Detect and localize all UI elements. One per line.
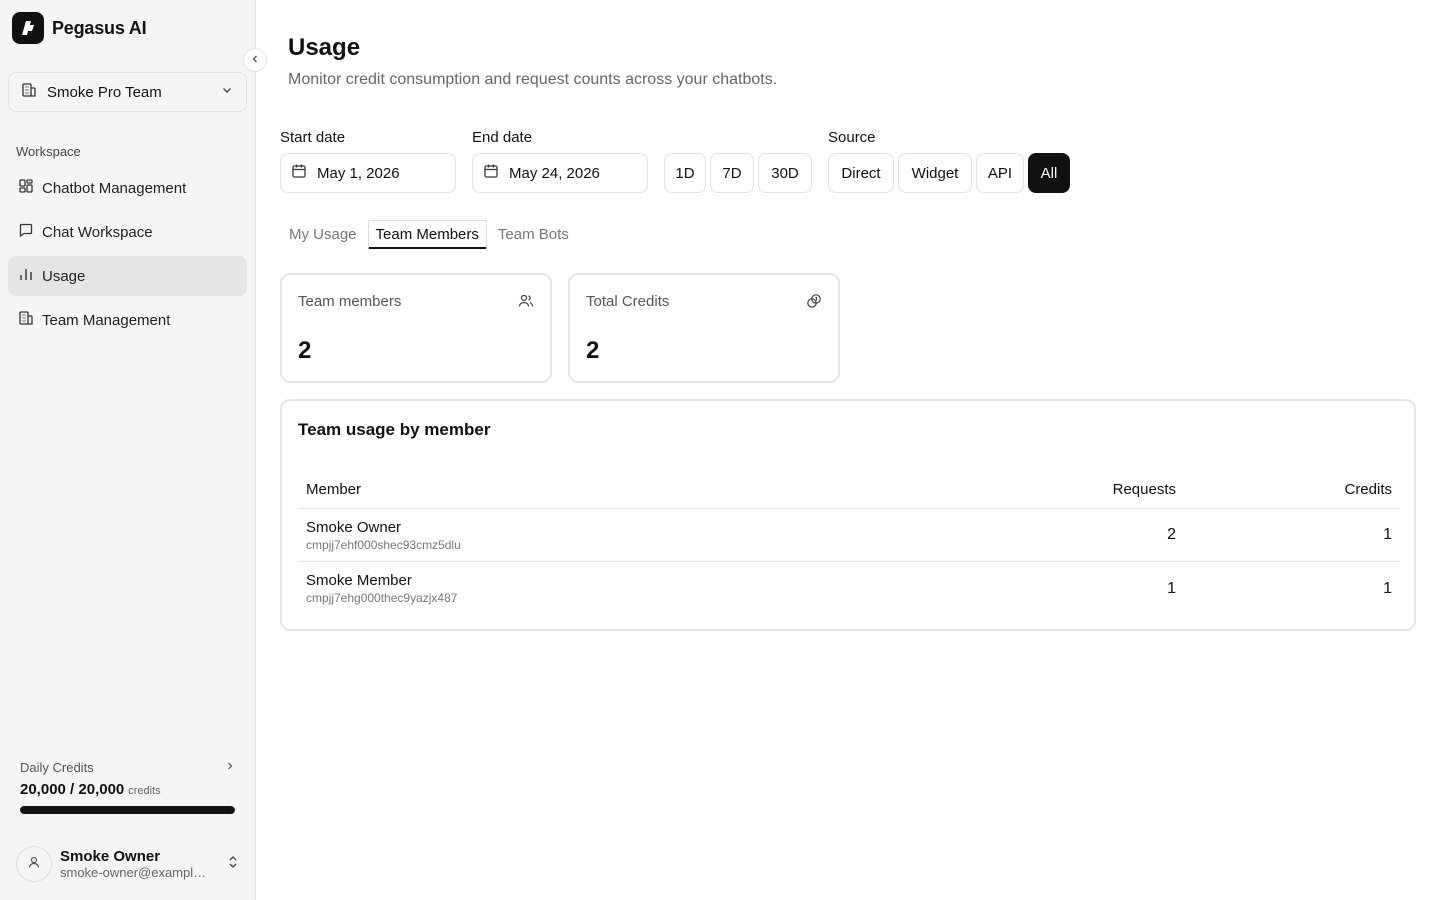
member-credits: 1 (1383, 579, 1392, 597)
calendar-icon (291, 163, 307, 183)
page-subtitle: Monitor credit consumption and request c… (288, 71, 778, 88)
sidebar-item-usage[interactable]: Usage (8, 256, 247, 296)
user-icon (27, 855, 41, 874)
chevrons-up-down-icon (226, 854, 240, 875)
tab-team-members[interactable]: Team Members (367, 220, 487, 249)
start-date-input[interactable]: May 1, 2026 (280, 153, 456, 193)
tab-team-bots[interactable]: Team Bots (491, 220, 576, 249)
usage-tabs: My Usage Team Members Team Bots (282, 220, 576, 249)
stat-value: 2 (586, 337, 600, 364)
source-label: Source (828, 129, 876, 146)
nav-section-label: Workspace (16, 144, 81, 159)
stat-label: Total Credits (586, 293, 670, 310)
range-1d-button[interactable]: 1D (664, 153, 706, 193)
sidebar: Pegasus AI Smoke Pro Team Workspace Chat… (0, 0, 256, 900)
member-id: cmpjj7ehg000thec9yazjx487 (306, 591, 458, 605)
sidebar-item-team-management[interactable]: Team Management (8, 300, 247, 340)
daily-credits-unit: credits (128, 785, 161, 797)
daily-credits-title: Daily Credits (20, 760, 94, 775)
team-usage-card: Team usage by member Member Requests Cre… (280, 399, 1416, 631)
source-all-button[interactable]: All (1028, 153, 1070, 193)
team-select[interactable]: Smoke Pro Team (8, 72, 247, 112)
credits-progress-bar (20, 806, 235, 814)
table-header-row: Member Requests Credits (298, 471, 1400, 509)
member-name: Smoke Member (306, 572, 412, 589)
range-30d-button[interactable]: 30D (758, 153, 812, 193)
chevron-down-icon (220, 83, 234, 102)
sidebar-item-label: Team Management (42, 311, 171, 329)
table-title: Team usage by member (298, 420, 491, 439)
column-header-credits[interactable]: Credits (1176, 481, 1392, 498)
table-row[interactable]: Smoke Owner cmpjj7ehf000shec93cmz5dlu 2 … (298, 509, 1400, 562)
team-select-label: Smoke Pro Team (47, 83, 162, 101)
sidebar-item-chat-workspace[interactable]: Chat Workspace (8, 212, 247, 252)
user-name: Smoke Owner (60, 848, 161, 865)
member-name: Smoke Owner (306, 518, 402, 536)
avatar (16, 846, 52, 882)
sidebar-item-label: Usage (42, 267, 86, 285)
pegasus-logo-icon (12, 12, 44, 44)
calendar-icon (483, 163, 499, 183)
app-name: Pegasus AI (52, 17, 147, 38)
sidebar-collapse-button[interactable] (243, 48, 267, 72)
table-row[interactable]: Smoke Member cmpjj7ehg000thec9yazjx487 1… (298, 562, 1400, 615)
tab-my-usage[interactable]: My Usage (282, 220, 364, 249)
sidebar-item-label: Chat Workspace (42, 223, 153, 241)
message-square-icon (18, 222, 34, 242)
building-icon (18, 310, 34, 330)
user-menu[interactable]: Smoke Owner smoke-owner@example.com (16, 846, 240, 882)
brand[interactable]: Pegasus AI (12, 12, 147, 44)
user-email: smoke-owner@example.com (60, 865, 212, 880)
grid-icon (18, 178, 34, 198)
building-icon (21, 82, 37, 103)
daily-credits[interactable]: Daily Credits 20,000 / 20,000 credits (20, 760, 236, 814)
member-id: cmpjj7ehf000shec93cmz5dlu (306, 537, 461, 552)
member-requests: 1 (1167, 579, 1176, 597)
sidebar-nav: Chatbot Management Chat Workspace Usage … (8, 168, 247, 344)
chevron-left-icon (250, 51, 260, 69)
daily-credits-value: 20,000 / 20,000 (20, 781, 125, 798)
member-credits: 1 (1383, 526, 1392, 543)
stat-card-team-members: Team members 2 (280, 273, 552, 383)
users-icon (518, 293, 534, 314)
source-widget-button[interactable]: Widget (898, 153, 972, 193)
range-7d-button[interactable]: 7D (710, 153, 754, 193)
start-date-value: May 1, 2026 (317, 164, 400, 182)
chevron-right-icon (224, 760, 236, 775)
sidebar-item-label: Chatbot Management (42, 179, 187, 197)
stat-label: Team members (298, 293, 402, 310)
coins-icon (806, 293, 822, 314)
page-title: Usage (288, 34, 361, 61)
bar-chart-icon (18, 266, 34, 286)
start-date-label: Start date (280, 129, 346, 146)
member-requests: 2 (1167, 526, 1176, 543)
source-direct-button[interactable]: Direct (828, 153, 894, 193)
end-date-input[interactable]: May 24, 2026 (472, 153, 648, 193)
end-date-label: End date (472, 129, 533, 146)
stat-card-total-credits: Total Credits 2 (568, 273, 840, 383)
source-api-button[interactable]: API (976, 153, 1024, 193)
column-header-member[interactable]: Member (306, 481, 976, 498)
end-date-value: May 24, 2026 (509, 164, 600, 182)
member-usage-table: Member Requests Credits Smoke Owner cmpj… (298, 471, 1400, 615)
stat-value: 2 (298, 337, 312, 364)
sidebar-item-chatbot-management[interactable]: Chatbot Management (8, 168, 247, 208)
credits-progress-fill (20, 806, 235, 814)
column-header-requests[interactable]: Requests (976, 481, 1176, 498)
